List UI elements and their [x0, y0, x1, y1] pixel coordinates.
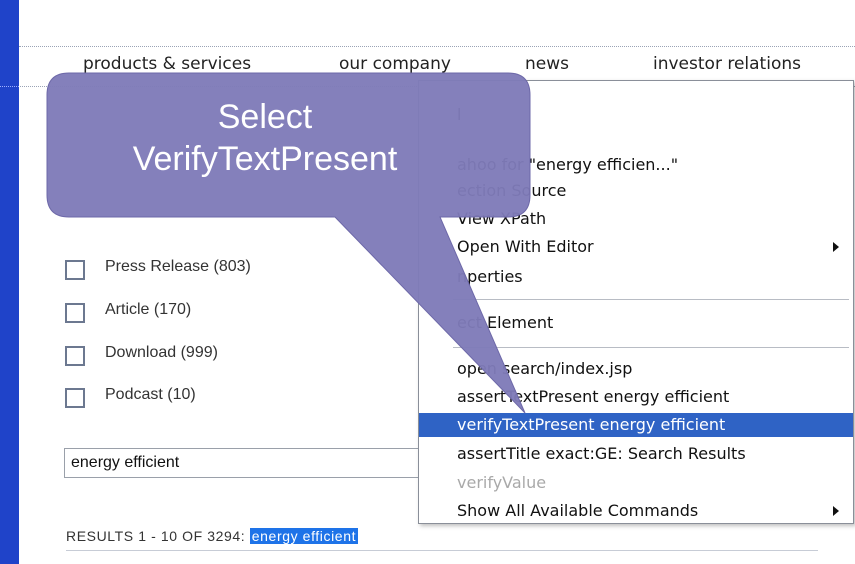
callout-bubble — [46, 72, 531, 414]
callout-line-1: Select — [217, 98, 313, 136]
callout-line-2: VerifyTextPresent — [132, 140, 398, 178]
callout-text: Select VerifyTextPresent — [60, 96, 470, 180]
